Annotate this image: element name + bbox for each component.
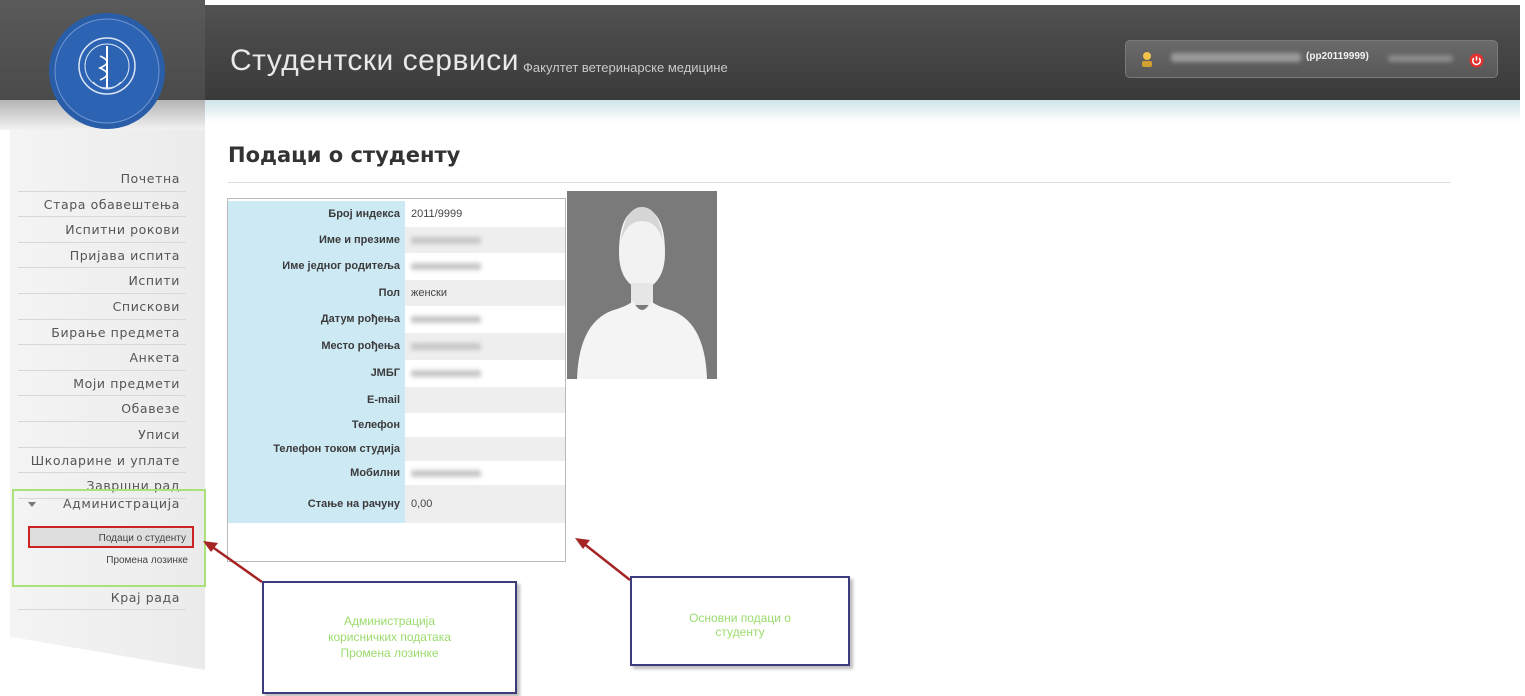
table-row: Место рођења [228,333,565,360]
sidebar-subitem-change-password[interactable]: Промена лозинке [28,550,194,572]
app-title: Студентски сервиси [230,44,519,77]
field-value [405,437,565,461]
annotation-basic-data: Основни подаци о студенту [630,576,850,666]
field-value [405,387,565,413]
redacted-value [411,236,481,244]
sidebar-item-logout[interactable]: Крај рада [18,586,186,610]
table-row: Телефон [228,413,565,437]
faculty-seal-logo[interactable] [48,12,166,130]
annotation-line: Основни подаци о [689,611,791,625]
power-icon[interactable] [1469,53,1484,68]
header-strip [205,100,1520,122]
table-row: ЈМБГ [228,360,565,387]
annotation-admin: Администрација корисничких података Пром… [262,581,517,694]
title-divider [228,182,1450,183]
field-label: Телефон током студија [228,437,405,461]
table-row: Датум рођења [228,306,565,333]
field-value [405,333,565,360]
annotation-line: студенту [715,625,765,639]
student-photo-placeholder [567,191,717,379]
field-label: Пол [228,280,405,306]
field-value: 2011/9999 [411,208,463,220]
page-title: Подаци о студенту [228,143,461,167]
redacted-value [411,369,481,377]
sidebar-nav: Почетна Стара обавештења Испитни рокови … [18,166,186,499]
field-label: Име једног родитеља [228,253,405,280]
sidebar-item-obligations[interactable]: Обавезе [18,396,186,422]
sidebar-item-my-courses[interactable]: Моји предмети [18,371,186,397]
table-row: Стање на рачуну 0,00 [228,485,565,523]
field-label: Мобилни [228,461,405,485]
field-label: Место рођења [228,333,405,360]
field-value [405,227,565,253]
sidebar-item-old-notices[interactable]: Стара обавештења [18,192,186,218]
annotation-line: Промена лозинке [340,646,439,660]
redacted-value [411,262,481,270]
annotation-line: корисничких података [328,630,451,644]
field-label: Датум рођења [228,306,405,333]
sidebar-item-lists[interactable]: Спискови [18,294,186,320]
user-role-blurred [1388,55,1453,62]
redacted-value [411,315,481,323]
field-value [405,360,565,387]
sidebar-subitem-student-data[interactable]: Подаци о студенту [28,526,194,548]
field-label: Телефон [228,413,405,437]
sidebar-item-course-selection[interactable]: Бирање предмета [18,320,186,346]
annotation-line: Администрација [343,614,436,628]
student-info-table: Број индекса 2011/9999 Име и презиме Име је… [227,198,566,562]
field-label: ЈМБГ [228,360,405,387]
sidebar-item-home[interactable]: Почетна [18,166,186,192]
field-label: Стање на рачуну [228,485,405,523]
table-row: Број индекса 2011/9999 [228,201,565,227]
field-value: женски [405,280,565,306]
table-row: Пол женски [228,280,565,306]
sidebar-item-tuition[interactable]: Школарине и уплате [18,448,186,474]
field-value: 0,00 [405,485,565,523]
field-label: Име и презиме [228,227,405,253]
user-icon [1142,52,1152,67]
table-row: Телефон током студија [228,437,565,461]
sidebar-item-exam-periods[interactable]: Испитни рокови [18,217,186,243]
field-value [405,253,565,280]
sidebar-item-exam-registration[interactable]: Пријава испита [18,243,186,269]
table-row: Име једног родитеља [228,253,565,280]
field-label: Број индекса [228,201,405,227]
field-label: E-mail [228,387,405,413]
redacted-value [411,469,481,477]
app-subtitle: Факултет ветеринарске медицине [523,60,728,75]
user-panel: (pp20119999) [1125,40,1498,78]
sidebar-item-label: Администрација [63,496,180,511]
user-name-blurred [1171,53,1301,62]
field-value [405,306,565,333]
field-value [405,413,565,437]
table-row: Мобилни [228,461,565,485]
redacted-value [411,342,481,350]
user-id: (pp20119999) [1306,51,1369,62]
chevron-down-icon [28,502,36,507]
sidebar-item-survey[interactable]: Анкета [18,345,186,371]
table-row: E-mail [228,387,565,413]
sidebar-item-exams[interactable]: Испити [18,268,186,294]
sidebar-item-enrollments[interactable]: Уписи [18,422,186,448]
table-row: Име и презиме [228,227,565,253]
field-value [405,461,565,485]
sidebar-item-administration[interactable]: Администрација [20,496,188,516]
